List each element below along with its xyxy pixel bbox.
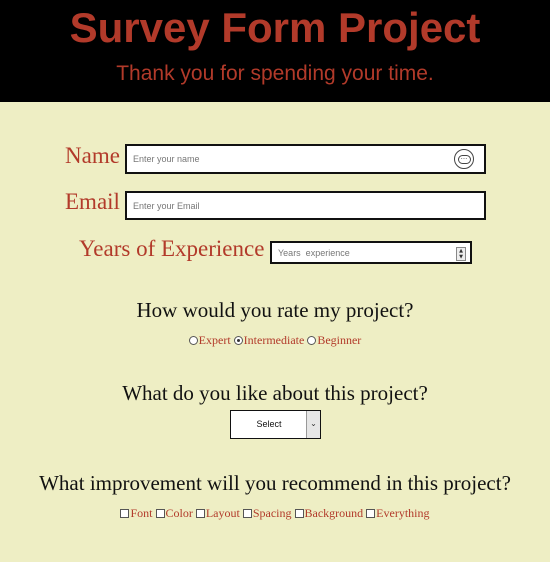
rating-option-intermediate[interactable]: Intermediate <box>233 333 305 348</box>
option-label: Everything <box>376 506 430 520</box>
experience-label: Years of Experience <box>79 236 265 261</box>
experience-input[interactable] <box>272 243 470 263</box>
checkbox[interactable] <box>155 509 165 518</box>
checkbox[interactable] <box>294 509 304 518</box>
checkbox-option-color[interactable]: Color <box>155 506 193 521</box>
option-label: Spacing <box>252 506 292 520</box>
number-spinner-icon[interactable]: ▲ ▼ <box>456 247 466 261</box>
checkbox[interactable] <box>120 509 130 518</box>
checkbox[interactable] <box>195 509 205 518</box>
improvement-options: Font Color Layout Spacing Background Eve… <box>0 506 550 521</box>
checkbox[interactable] <box>366 509 376 518</box>
name-input[interactable] <box>127 146 484 172</box>
email-field[interactable] <box>125 191 486 220</box>
checkbox-option-spacing[interactable]: Spacing <box>242 506 292 521</box>
rating-option-beginner[interactable]: Beginner <box>307 333 361 348</box>
email-input[interactable] <box>127 193 484 218</box>
experience-field[interactable]: ▲▼ <box>270 241 472 264</box>
page-title: Survey Form Project <box>69 4 481 51</box>
option-label: Layout <box>205 506 240 520</box>
likes-question: What do you like about this project? <box>122 381 428 405</box>
option-label: Color <box>165 506 193 520</box>
option-label: Background <box>304 506 364 520</box>
rating-options: Expert Intermediate Beginner <box>0 333 550 348</box>
chevron-down-icon[interactable]: ⌄ <box>306 411 320 438</box>
page-subtitle: Thank you for spending your time. <box>116 62 434 85</box>
checkbox[interactable] <box>242 509 252 518</box>
rating-option-expert[interactable]: Expert <box>188 333 231 348</box>
radio-button[interactable] <box>188 336 198 345</box>
name-label: Name <box>65 143 120 168</box>
option-label: Intermediate <box>243 333 305 347</box>
option-label: Expert <box>198 333 231 347</box>
option-label: Beginner <box>317 333 362 347</box>
page-header: Survey Form Project Thank you for spendi… <box>0 0 550 102</box>
rating-question: How would you rate my project? <box>136 298 414 322</box>
select-value: Select <box>256 419 282 429</box>
likes-select[interactable]: Select ⌄ <box>230 410 321 439</box>
option-label: Font <box>130 506 153 520</box>
email-label: Email <box>65 189 120 214</box>
password-manager-icon[interactable]: ··· <box>454 149 474 169</box>
checkbox-option-everything[interactable]: Everything <box>366 506 430 521</box>
improvements-question: What improvement will you recommend in t… <box>39 471 511 495</box>
radio-button[interactable] <box>307 336 317 345</box>
radio-button-checked[interactable] <box>233 336 243 345</box>
name-field[interactable]: ··· <box>125 144 486 174</box>
checkbox-option-font[interactable]: Font <box>120 506 153 521</box>
checkbox-option-layout[interactable]: Layout <box>195 506 240 521</box>
checkbox-option-background[interactable]: Background <box>294 506 364 521</box>
